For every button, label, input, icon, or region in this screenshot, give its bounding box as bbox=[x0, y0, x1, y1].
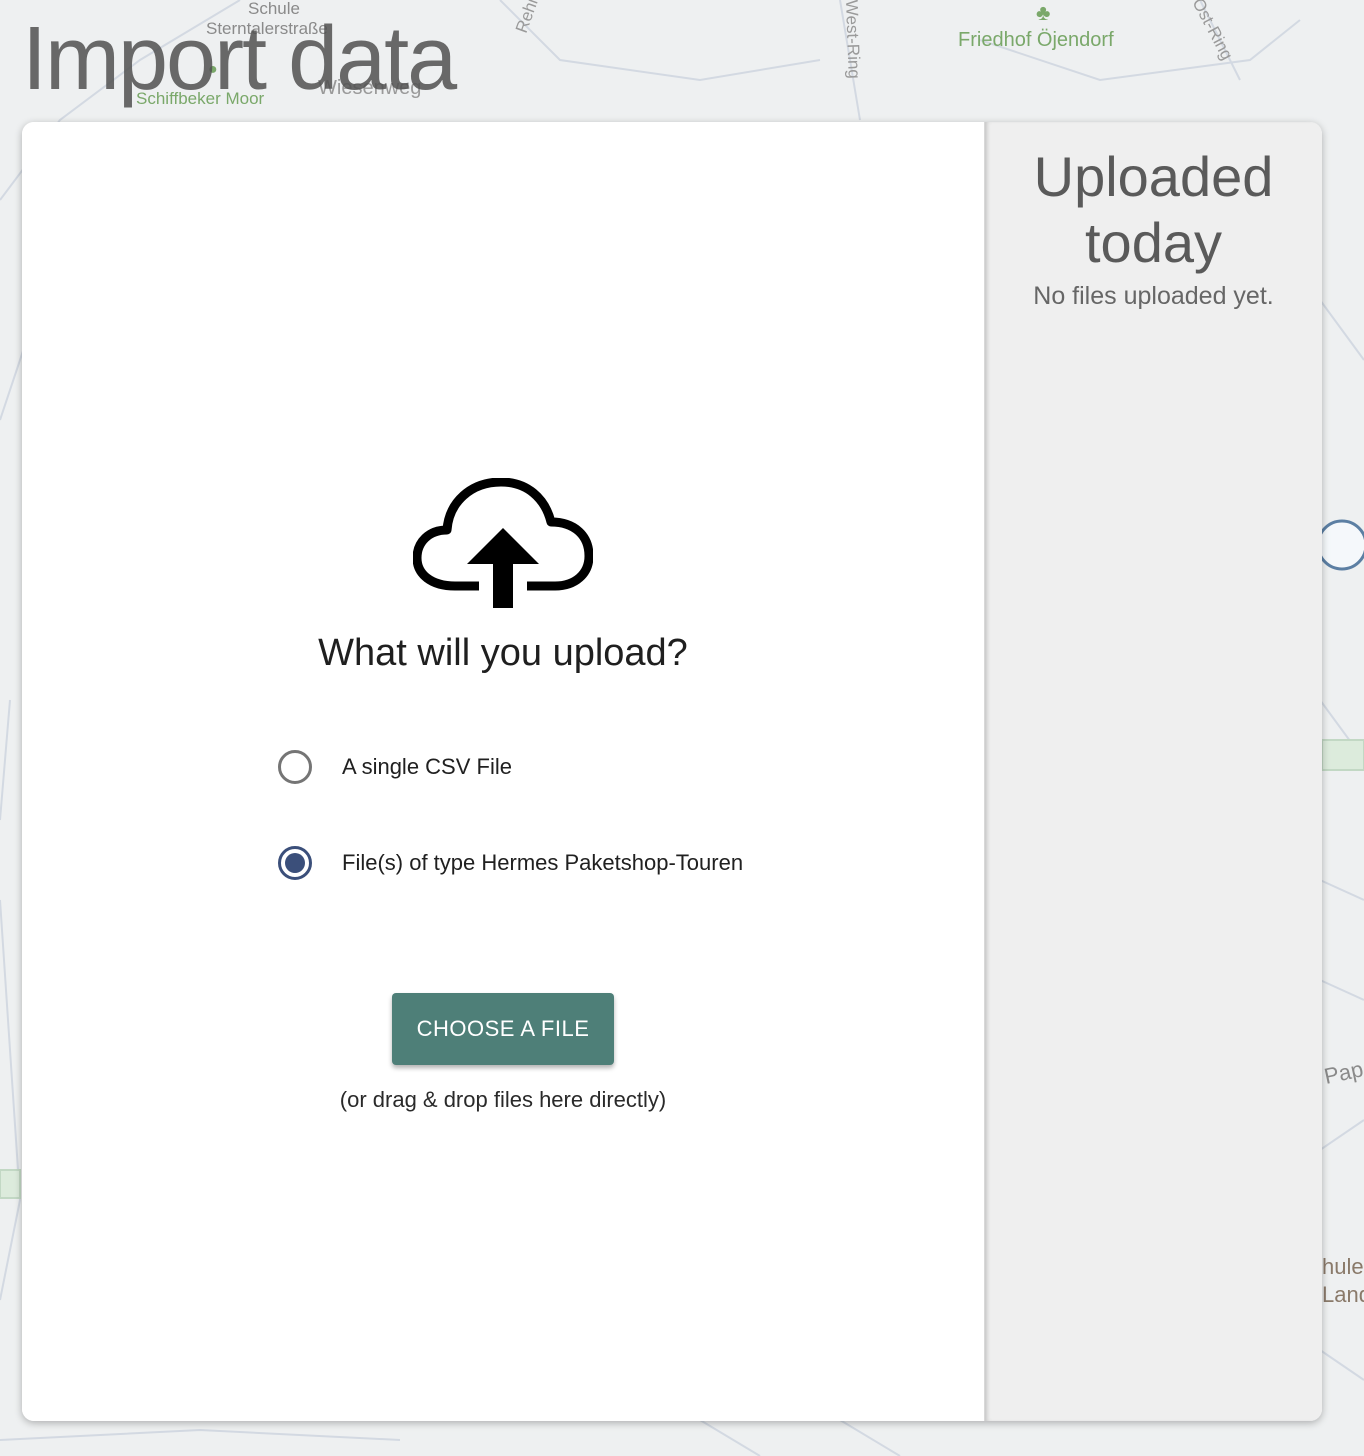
svg-text:♣: ♣ bbox=[1036, 0, 1050, 25]
drag-drop-hint: (or drag & drop files here directly) bbox=[339, 1087, 667, 1112]
uploaded-today-title: Uploaded today bbox=[985, 144, 1322, 276]
map-label: Land bbox=[1322, 1282, 1364, 1307]
radio-hermes-paketshop[interactable] bbox=[278, 846, 312, 880]
page-title: Import data bbox=[22, 9, 457, 109]
import-card: What will you upload? A single CSV File … bbox=[22, 122, 1322, 1421]
map-label: hule bbox=[1322, 1254, 1364, 1279]
upload-type-options: A single CSV File File(s) of type Hermes… bbox=[278, 719, 798, 911]
uploaded-today-panel: Uploaded today No files uploaded yet. bbox=[984, 122, 1322, 1421]
uploaded-today-title-text: Uploaded today bbox=[1033, 145, 1274, 274]
option-label: File(s) of type Hermes Paketshop-Touren bbox=[342, 850, 744, 875]
map-label: West-Ring bbox=[842, 0, 864, 79]
upload-question: What will you upload? bbox=[318, 632, 688, 674]
radio-single-csv[interactable] bbox=[278, 750, 312, 784]
option-single-csv[interactable]: A single CSV File bbox=[278, 719, 798, 815]
option-label: A single CSV File bbox=[342, 754, 512, 779]
choose-file-button[interactable]: CHOOSE A FILE bbox=[392, 993, 614, 1065]
cloud-upload-icon bbox=[413, 478, 593, 608]
no-files-text: No files uploaded yet. bbox=[1033, 282, 1274, 310]
upload-dropzone[interactable]: What will you upload? A single CSV File … bbox=[22, 122, 984, 1421]
map-label: Friedhof Öjendorf bbox=[958, 29, 1114, 51]
option-hermes-paketshop[interactable]: File(s) of type Hermes Paketshop-Touren bbox=[278, 815, 798, 911]
